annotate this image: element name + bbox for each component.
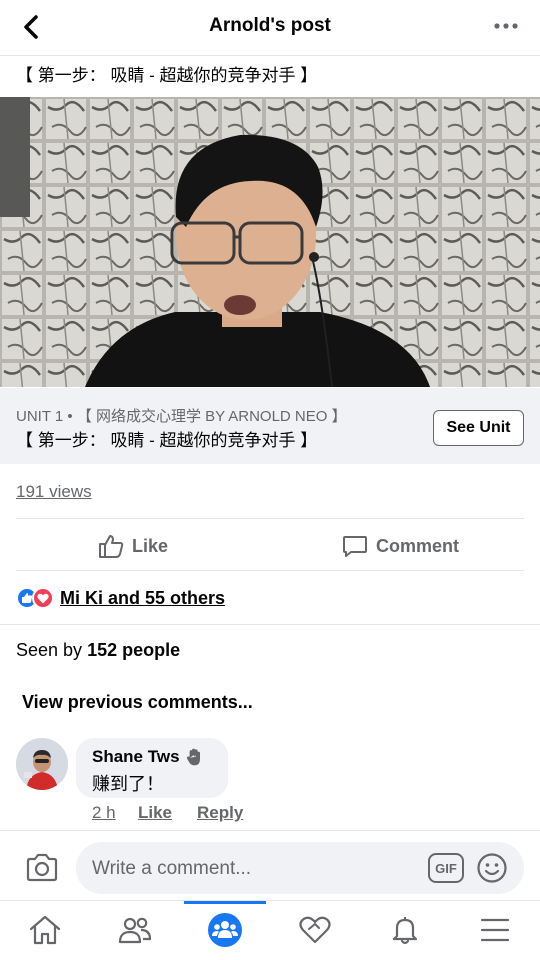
tab-notifications[interactable] xyxy=(375,904,435,956)
divider xyxy=(0,830,540,838)
dating-heart-icon xyxy=(299,916,331,944)
divider xyxy=(16,570,524,571)
wave-hand-icon xyxy=(186,748,200,766)
comment-author-name: Shane Tws xyxy=(92,747,180,766)
reactions-text: Mi Ki and 55 others xyxy=(60,587,226,608)
reactions-summary[interactable]: Mi Ki and 55 others xyxy=(16,585,225,611)
more-horizontal-icon xyxy=(494,23,518,29)
tab-friends[interactable] xyxy=(105,904,165,956)
comment-text: 赚到了！ xyxy=(92,774,164,794)
tab-menu[interactable] xyxy=(465,904,525,956)
video-frame-image xyxy=(0,97,540,387)
seen-prefix: Seen by xyxy=(16,640,83,660)
comment-reply-link[interactable]: Reply xyxy=(197,803,243,823)
post-text: 【 第一步： 吸睛 - 超越你的竞争对手 】 xyxy=(16,66,318,85)
comment-input[interactable] xyxy=(92,855,412,883)
more-options-button[interactable] xyxy=(488,12,524,40)
love-reaction-icon xyxy=(32,587,54,609)
groups-icon xyxy=(208,913,242,947)
home-icon xyxy=(29,915,61,945)
comment-time[interactable]: 2 h xyxy=(92,803,116,823)
view-previous-comments-link[interactable]: View previous comments... xyxy=(22,692,253,713)
post-title: Arnold's post xyxy=(209,15,331,36)
top-bar: Arnold's post xyxy=(0,0,540,56)
tab-home[interactable] xyxy=(15,904,75,956)
tab-groups[interactable] xyxy=(195,904,255,956)
menu-icon xyxy=(480,918,510,942)
views-count[interactable]: 191 views xyxy=(16,482,92,502)
friends-icon xyxy=(118,917,152,944)
seen-by: Seen by 152 people xyxy=(16,640,180,661)
camera-button[interactable] xyxy=(22,850,62,886)
comment-button[interactable]: Comment xyxy=(342,532,459,560)
camera-icon xyxy=(26,853,58,882)
seen-count: 152 people xyxy=(87,640,181,660)
bottom-tab-bar xyxy=(0,900,540,960)
like-button[interactable]: Like xyxy=(98,532,168,560)
comment-label: Comment xyxy=(376,535,460,556)
tab-dating[interactable] xyxy=(285,904,345,956)
comment-bubble-icon xyxy=(343,536,367,557)
divider xyxy=(16,518,524,519)
thumbs-up-icon xyxy=(99,535,124,558)
comment-author[interactable]: Shane Tws xyxy=(92,747,204,767)
post-video[interactable] xyxy=(0,97,540,387)
notifications-bell-icon xyxy=(392,917,418,945)
see-unit-button[interactable]: See Unit xyxy=(433,410,524,446)
smiley-icon xyxy=(477,853,507,883)
comment-like-link[interactable]: Like xyxy=(138,803,172,823)
avatar[interactable] xyxy=(16,738,68,790)
like-label: Like xyxy=(132,535,169,556)
gif-button[interactable]: GIF xyxy=(428,853,464,883)
emoji-button[interactable] xyxy=(474,850,510,886)
unit-title: 【 第一步： 吸睛 - 超越你的竞争对手 】 xyxy=(16,431,318,450)
divider xyxy=(0,624,540,625)
unit-label: UNIT 1 • 【 网络成交心理学 BY ARNOLD NEO 】 xyxy=(16,408,347,425)
